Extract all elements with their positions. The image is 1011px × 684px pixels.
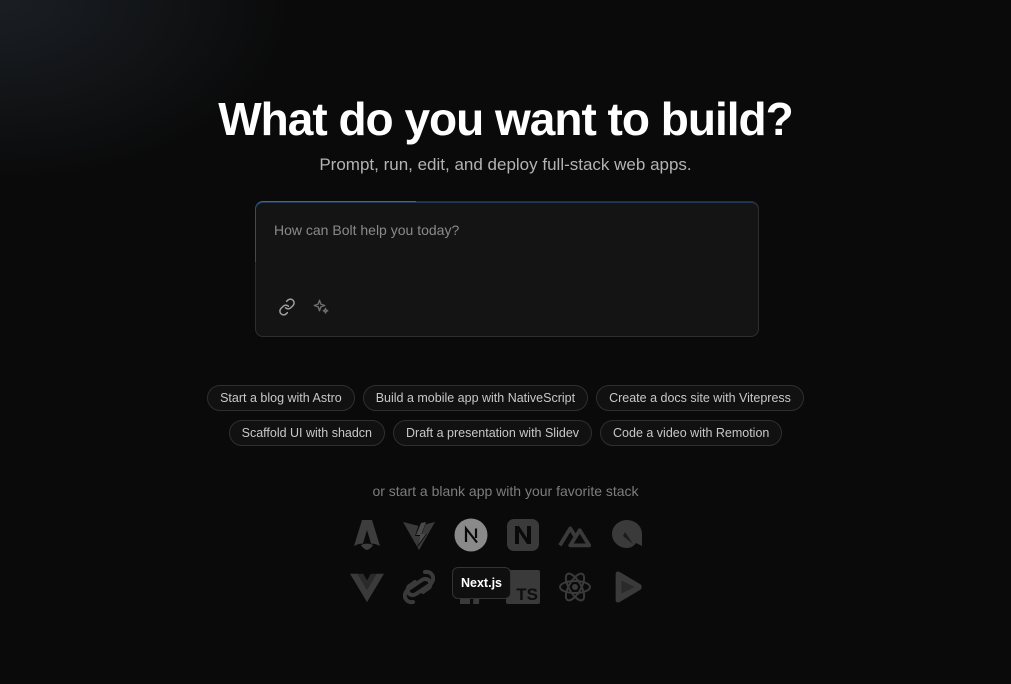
prompt-toolbar bbox=[276, 296, 332, 318]
react-icon bbox=[559, 572, 591, 602]
stack-react-button[interactable] bbox=[558, 570, 592, 604]
page: What do you want to build? Prompt, run, … bbox=[0, 0, 1011, 684]
prompt-input[interactable] bbox=[272, 220, 746, 284]
suggestion-chip-vitepress[interactable]: Create a docs site with Vitepress bbox=[596, 385, 804, 411]
suggestion-row-1: Start a blog with Astro Build a mobile a… bbox=[0, 385, 1011, 411]
stack-remotion-button[interactable] bbox=[610, 570, 644, 604]
suggestion-chip-slidev[interactable]: Draft a presentation with Slidev bbox=[393, 420, 593, 446]
stack-astro-button[interactable] bbox=[350, 518, 384, 552]
stack-tooltip: Next.js bbox=[452, 567, 511, 599]
page-title: What do you want to build? bbox=[218, 93, 793, 145]
blank-app-label: or start a blank app with your favorite … bbox=[372, 483, 639, 499]
attach-link-button[interactable] bbox=[276, 296, 298, 318]
enhance-prompt-button[interactable] bbox=[310, 296, 332, 318]
typescript-icon: TS bbox=[506, 570, 540, 604]
stack-nextjs-button[interactable] bbox=[454, 518, 488, 552]
prompt-box bbox=[255, 201, 759, 337]
stack-typescript-button[interactable]: TS bbox=[506, 570, 540, 604]
suggestion-chip-remotion[interactable]: Code a video with Remotion bbox=[600, 420, 783, 446]
svelte-icon bbox=[403, 569, 435, 605]
page-subtitle: Prompt, run, edit, and deploy full-stack… bbox=[319, 155, 692, 174]
stack-qwik-button[interactable] bbox=[610, 518, 644, 552]
stack-vue-button[interactable] bbox=[350, 570, 384, 604]
qwik-icon bbox=[612, 520, 642, 548]
link-icon bbox=[279, 298, 295, 316]
typescript-badge-text: TS bbox=[516, 585, 538, 604]
vue-icon bbox=[350, 573, 384, 603]
stack-svelte-button[interactable] bbox=[402, 569, 436, 605]
sparkles-icon bbox=[313, 299, 329, 314]
stack-nuxt-n-button[interactable] bbox=[506, 518, 540, 552]
suggestion-row-2: Scaffold UI with shadcn Draft a presenta… bbox=[0, 420, 1011, 446]
nextjs-icon bbox=[454, 518, 488, 552]
suggestion-chip-astro[interactable]: Start a blog with Astro bbox=[207, 385, 355, 411]
suggestion-chips: Start a blog with Astro Build a mobile a… bbox=[0, 385, 1011, 455]
vite-icon bbox=[403, 520, 435, 550]
nuxt-icon bbox=[558, 526, 592, 548]
suggestion-chip-shadcn[interactable]: Scaffold UI with shadcn bbox=[228, 420, 386, 446]
stack-row-1 bbox=[350, 518, 662, 552]
suggestion-chip-nativescript[interactable]: Build a mobile app with NativeScript bbox=[362, 385, 589, 411]
nuxt-n-icon bbox=[507, 519, 539, 551]
astro-icon bbox=[354, 520, 380, 550]
stack-nuxt-button[interactable] bbox=[558, 518, 592, 552]
remotion-icon bbox=[615, 571, 642, 603]
stack-vite-button[interactable] bbox=[402, 518, 436, 552]
